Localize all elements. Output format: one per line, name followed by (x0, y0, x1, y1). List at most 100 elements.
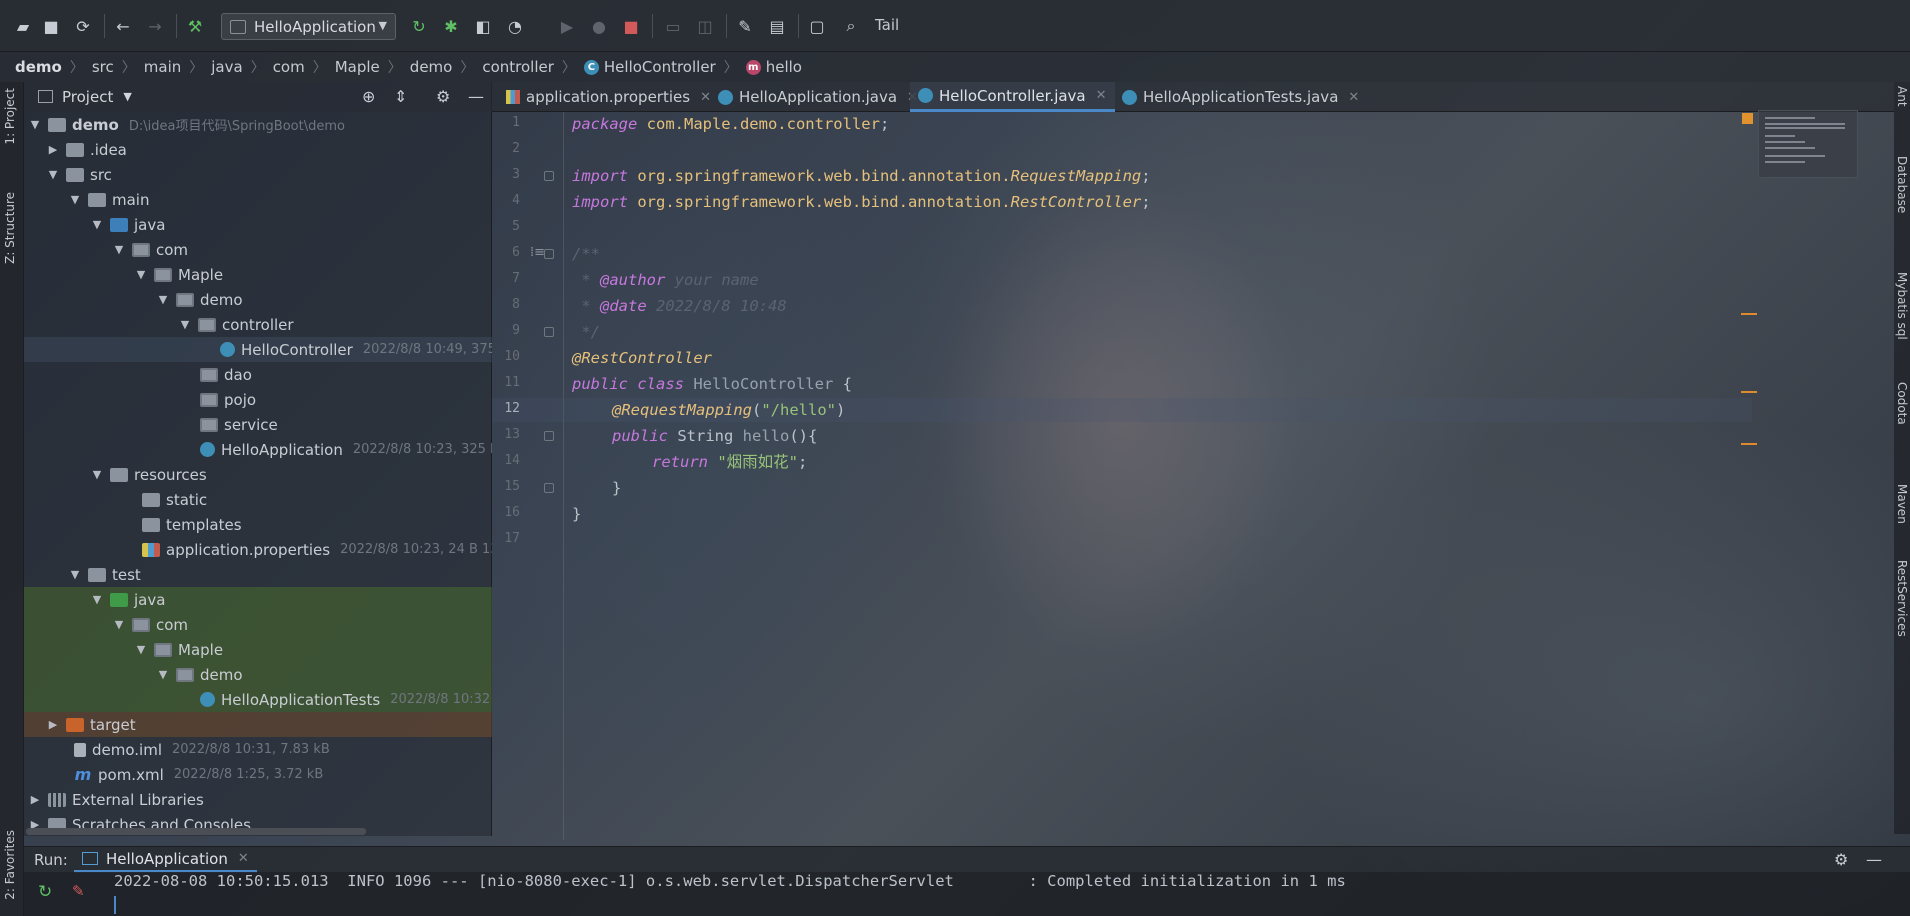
expanded-arrow-icon[interactable]: ▼ (28, 118, 42, 131)
open-folder-icon[interactable]: ▰ (12, 15, 34, 37)
tab-helloapplicationtests-java[interactable]: HelloApplicationTests.java ✕ (1114, 82, 1367, 112)
chevron-down-icon[interactable]: ▼ (123, 90, 131, 103)
javadoc-render-icon[interactable]: ⁞≡ (530, 245, 545, 260)
settings-wrench-icon[interactable]: ✎ (734, 15, 756, 37)
breadcrumb-item[interactable]: main (144, 58, 181, 76)
stop-icon[interactable]: ✎ (72, 882, 85, 900)
project-view-select[interactable]: Project (62, 88, 113, 106)
gear-icon[interactable]: ⚙ (436, 87, 450, 106)
tab-helloapplication-java[interactable]: HelloApplication.java✕ (710, 82, 926, 112)
locate-target-icon[interactable]: ⊕ (362, 87, 375, 106)
tail-button[interactable]: Tail (875, 16, 899, 34)
collapse-all-icon[interactable]: ⇕ (394, 87, 407, 106)
error-stripe-marker[interactable] (1741, 313, 1757, 315)
gear-icon[interactable]: ⚙ (1834, 850, 1848, 869)
breadcrumb-item[interactable]: Maple (335, 58, 380, 76)
expanded-arrow-icon[interactable]: ▼ (68, 193, 82, 206)
tree-item-application-properties[interactable]: application.properties 2022/8/8 10:23, 24… (24, 537, 492, 562)
minimize-icon[interactable]: — (1866, 850, 1882, 869)
breadcrumb-item[interactable]: com (273, 58, 305, 76)
expanded-arrow-icon[interactable]: ▼ (68, 568, 82, 581)
forward-arrow-icon[interactable]: → (144, 15, 166, 37)
code-editor[interactable]: package com.Maple.demo.controller; impor… (572, 112, 1752, 840)
close-icon[interactable]: ✕ (238, 851, 249, 866)
expanded-arrow-icon[interactable]: ▼ (178, 318, 192, 331)
collapsed-arrow-icon[interactable]: ▶ (46, 718, 60, 731)
tree-item-helloapplication[interactable]: HelloApplication 2022/8/8 10:23, 325 B (24, 437, 492, 462)
attach-icon[interactable]: ● (588, 15, 610, 37)
inspection-status-icon[interactable] (1742, 113, 1753, 124)
breadcrumb-class[interactable]: C HelloController (583, 58, 716, 76)
tree-item-java[interactable]: ▼ java (24, 212, 492, 237)
terminal-window-icon[interactable]: ▢ (806, 15, 828, 37)
resume-icon[interactable]: ▶ (556, 15, 578, 37)
expanded-arrow-icon[interactable]: ▼ (90, 593, 104, 606)
save-icon[interactable]: ■ (40, 15, 62, 37)
tree-item-target[interactable]: ▶ target (24, 712, 492, 737)
tree-item-helloapplicationtests[interactable]: HelloApplicationTests 2022/8/8 10:32 (24, 687, 492, 712)
tree-item-demo-iml[interactable]: demo.iml 2022/8/8 10:31, 7.83 kB (24, 737, 492, 762)
rerun-icon[interactable]: ↻ (408, 15, 430, 37)
breadcrumb-item[interactable]: java (211, 58, 242, 76)
fold-marker-icon[interactable] (544, 249, 554, 259)
expanded-arrow-icon[interactable]: ▼ (112, 243, 126, 256)
expanded-arrow-icon[interactable]: ▼ (112, 618, 126, 631)
tree-item-templates[interactable]: templates (24, 512, 492, 537)
search-icon[interactable]: ⌕ (840, 15, 862, 37)
breadcrumb-method[interactable]: m hello (745, 58, 802, 76)
update-icon[interactable]: ▭ (662, 15, 684, 37)
run-console[interactable]: ↻ ✎ 2022-08-08 10:50:15.013 INFO 1096 --… (24, 872, 1910, 916)
fold-marker-icon[interactable] (544, 431, 554, 441)
tree-item-test[interactable]: ▼ test (24, 562, 492, 587)
tree-item-src[interactable]: ▼ src (24, 162, 492, 187)
tree-item-demo-root[interactable]: ▼ demo D:\idea项目代码\SpringBoot\demo (24, 112, 492, 137)
tree-item-service[interactable]: service (24, 412, 492, 437)
tree-item-pom-xml[interactable]: m pom.xml 2022/8/8 1:25, 3.72 kB (24, 762, 492, 787)
tree-item-dao[interactable]: dao (24, 362, 492, 387)
tree-item-test-maple[interactable]: ▼ Maple (24, 637, 492, 662)
sync-icon[interactable]: ⟳ (72, 15, 94, 37)
profile-icon[interactable]: ◔ (504, 15, 526, 37)
expanded-arrow-icon[interactable]: ▼ (90, 468, 104, 481)
tool-tab-mybatis-sql[interactable]: Mybatis sql (1895, 272, 1909, 340)
fold-marker-icon[interactable] (544, 483, 554, 493)
expanded-arrow-icon[interactable]: ▼ (134, 643, 148, 656)
expanded-arrow-icon[interactable]: ▼ (134, 268, 148, 281)
tool-tab-database[interactable]: Database (1895, 156, 1909, 213)
minimize-icon[interactable]: — (468, 87, 484, 106)
debug-bug-icon[interactable]: ✱ (440, 15, 462, 37)
tab-hellocontroller-java[interactable]: HelloController.java ✕ (910, 82, 1115, 112)
tree-item-test-demo[interactable]: ▼ demo (24, 662, 492, 687)
breadcrumb-item[interactable]: controller (482, 58, 554, 76)
back-arrow-icon[interactable]: ← (112, 15, 134, 37)
collapsed-arrow-icon[interactable]: ▶ (46, 143, 60, 156)
rerun-icon[interactable]: ↻ (38, 882, 52, 902)
run-configuration-select[interactable]: HelloApplication ▼ (221, 13, 396, 40)
tree-item-test-com[interactable]: ▼ com (24, 612, 492, 637)
expanded-arrow-icon[interactable]: ▼ (46, 168, 60, 181)
project-structure-icon[interactable]: ▤ (766, 15, 788, 37)
breadcrumb-item[interactable]: demo (15, 58, 62, 76)
tool-tab-codota[interactable]: Codota (1895, 382, 1909, 425)
tool-tab-project[interactable]: 1: Project (3, 88, 17, 145)
tool-tab-ant[interactable]: Ant (1895, 86, 1909, 107)
close-icon[interactable]: ✕ (1348, 90, 1359, 105)
tree-item-maple[interactable]: ▼ Maple (24, 262, 492, 287)
tool-tab-restservices[interactable]: RestServices (1895, 560, 1909, 637)
history-icon[interactable]: ◫ (694, 15, 716, 37)
stop-icon[interactable]: ■ (620, 15, 642, 37)
breadcrumb-item[interactable]: demo (410, 58, 453, 76)
collapsed-arrow-icon[interactable]: ▶ (28, 793, 42, 806)
tree-item-resources[interactable]: ▼ resources (24, 462, 492, 487)
tab-application-properties[interactable]: application.properties ✕ (498, 82, 719, 112)
error-stripe-marker[interactable] (1741, 391, 1757, 393)
horizontal-scrollbar[interactable] (26, 828, 366, 835)
expanded-arrow-icon[interactable]: ▼ (156, 668, 170, 681)
coverage-icon[interactable]: ◧ (472, 15, 494, 37)
tree-item-idea[interactable]: ▶ .idea (24, 137, 492, 162)
tree-item-demo-package[interactable]: ▼ demo (24, 287, 492, 312)
tree-item-static[interactable]: static (24, 487, 492, 512)
tree-item-pojo[interactable]: pojo (24, 387, 492, 412)
error-stripe-marker[interactable] (1741, 443, 1757, 445)
tree-item-external-libraries[interactable]: ▶ External Libraries (24, 787, 492, 812)
